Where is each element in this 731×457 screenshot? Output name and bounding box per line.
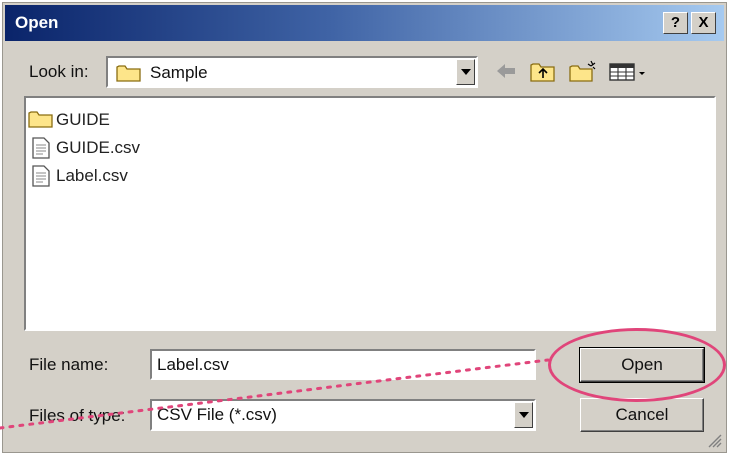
annotation-dotted-line bbox=[0, 358, 550, 430]
